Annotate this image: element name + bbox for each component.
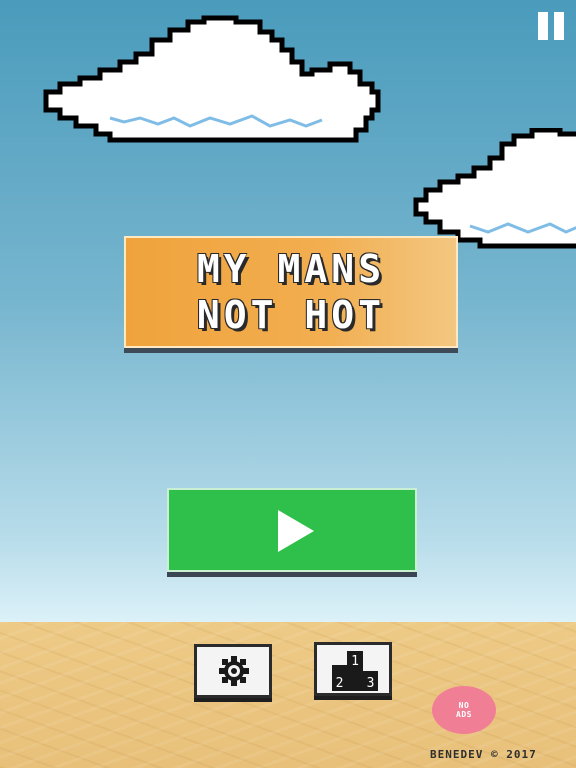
no-ads-button[interactable]: NO ADS: [432, 686, 496, 734]
no-ads-label-line-1: NO: [458, 701, 470, 710]
podium-rank-2: 2: [336, 676, 344, 691]
podium-icon: 1 2 3: [332, 651, 378, 695]
game-title-line-2: NOT HOT: [196, 293, 386, 337]
podium-rank-3: 3: [367, 676, 375, 691]
game-screen: MY MANS NOT HOT 1 2 3 NO ADS BENEDEV © 2…: [0, 0, 576, 768]
pause-button[interactable]: [536, 12, 568, 40]
pause-icon: [538, 12, 548, 40]
gear-icon: [219, 656, 249, 690]
settings-button[interactable]: [194, 644, 272, 698]
game-title-line-1: MY MANS: [196, 247, 386, 291]
podium-rank-1: 1: [351, 654, 359, 669]
developer-credit: BENEDEV © 2017: [430, 748, 537, 761]
cloud-left: [40, 14, 382, 154]
leaderboard-button[interactable]: 1 2 3: [314, 642, 392, 696]
play-button[interactable]: [167, 488, 417, 572]
game-title-banner: MY MANS NOT HOT: [124, 236, 458, 348]
play-icon: [278, 510, 314, 556]
no-ads-label-line-2: ADS: [456, 710, 472, 719]
